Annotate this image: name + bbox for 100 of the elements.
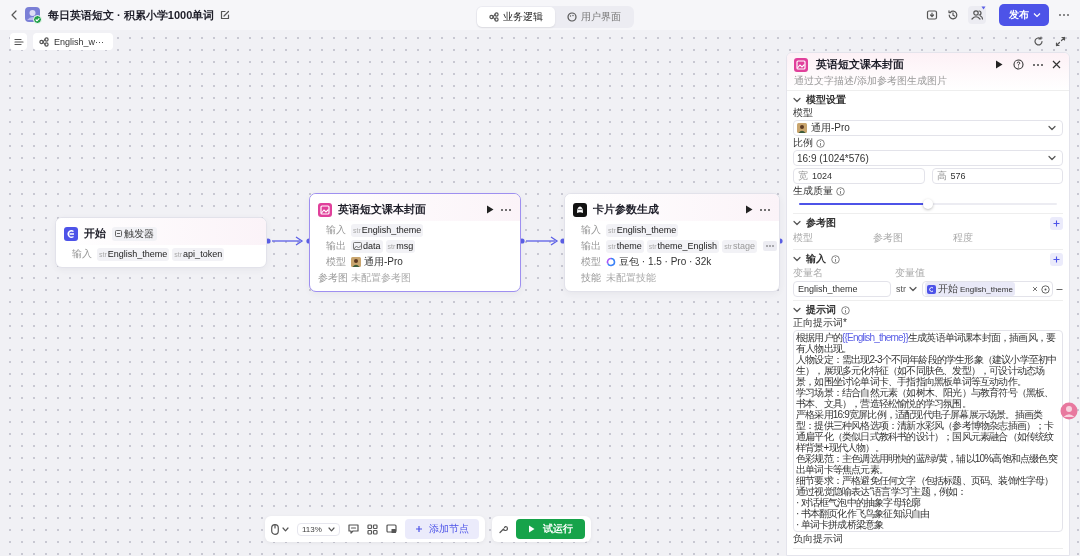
row-label: 模型 (580, 255, 601, 269)
section-title: 模型设置 (806, 93, 846, 107)
image-node-icon (318, 202, 332, 217)
remove-icon[interactable] (1056, 287, 1063, 291)
refresh-icon[interactable] (1033, 36, 1044, 47)
select-value: 16:9 (1024*576) (797, 152, 869, 164)
floating-avatar-icon[interactable] (1060, 402, 1078, 420)
app-avatar-icon (24, 6, 42, 24)
workflow-tab[interactable]: English_w··· (33, 33, 113, 50)
play-icon[interactable] (995, 60, 1003, 69)
column-header: 模型 (793, 231, 814, 245)
publish-button[interactable]: 发布 (999, 4, 1049, 26)
comment-icon[interactable] (347, 524, 359, 534)
type-select[interactable]: str (894, 284, 919, 294)
start-node-icon (64, 226, 78, 241)
clear-icon[interactable] (1032, 286, 1038, 292)
source-variable-label: English_theme (960, 284, 1013, 294)
field-label: 正向提示词* (793, 316, 847, 330)
field-label: 生成质量 (793, 184, 833, 198)
variable-name: English_theme (616, 225, 677, 235)
column-header: 变量值 (895, 266, 926, 280)
layout-icon[interactable] (366, 523, 378, 535)
image-node-icon (794, 57, 808, 72)
chevron-icon[interactable] (793, 97, 801, 103)
model-logo-icon (606, 257, 616, 267)
field-label: 负向提示词 (793, 532, 843, 546)
panel-description: 通过文字描述/添加参考图生成图片 (794, 74, 948, 88)
minimap-icon[interactable] (385, 524, 397, 534)
history-icon[interactable] (947, 9, 959, 21)
prompt-field[interactable]: 根据用户的{{English_theme}}生成英语单词课本封面，插画风，要有人物出现。 人物设定：需出现2-3个不同年龄段的学生形象（建议小学至初中生），展现多元化特征（如不同肤色、发型），可设计动态场景，如围坐讨论单词卡、手指指向黑板单词等互动动作。 学习场景：结合自然元素（如树木、阳光）与教育符号（黑板、书本、文具），营造轻松愉悦的学习氛围。 严格采用16:9宽屏比例，适配现代电子屏幕展示场景。插画类型：提供三种风格选项：清新水彩风（参考博物杂志插画）；卡通扁平化（类似日式教科书的设计）；国风元素融合（如传统纹样背景+现代人物）。 色彩规范：主色调选用明快的蓝/绿/黄，辅以10%高饱和点缀色突出单词卡等焦点元素。 细节要求：严格避免任何文字（包括标题、页码、装饰性字母）通过视觉隐喻表达“语言学习”主题，例如： · 对话框气泡中的抽象字母轮廓 · 书本翻页化作飞鸟象征知识自由 · 单词卡拼成桥梁意象 (793, 330, 1063, 532)
chevron-icon[interactable] (793, 256, 801, 262)
play-icon[interactable] (745, 205, 753, 214)
variable-name: data (363, 241, 381, 251)
mouse-icon (271, 523, 279, 535)
column-header: 参考图 (873, 231, 904, 245)
play-icon[interactable] (486, 205, 494, 214)
chevron-down-icon (1048, 125, 1056, 131)
save-icon[interactable] (926, 9, 938, 21)
field-prefix: 高 (936, 169, 947, 183)
field-value: 576 (950, 171, 966, 181)
start-node-icon (927, 284, 936, 294)
more-icon[interactable] (1058, 13, 1070, 17)
model-name: 豆包 · 1.5 · Pro · 32k (619, 255, 712, 269)
caret-icon (327, 526, 335, 532)
variable-name: English_theme (361, 225, 422, 235)
ratio-select[interactable]: 16:9 (1024*576) (793, 150, 1063, 166)
more-icon[interactable] (500, 207, 512, 212)
node-title: 开始 (84, 226, 106, 241)
connector-arrow (525, 236, 559, 246)
more-icon[interactable] (1032, 62, 1044, 67)
add-node-button[interactable]: 添加节点 (404, 519, 479, 539)
close-icon[interactable] (1052, 60, 1061, 69)
row-label: 输入 (71, 247, 92, 261)
chevron-icon[interactable] (793, 220, 801, 226)
panel-title: 英语短文课本封面 (816, 57, 904, 72)
field-value: 1024 (812, 171, 833, 181)
view-tab[interactable]: 用户界面 (555, 7, 633, 27)
wrench-icon[interactable] (497, 524, 508, 534)
pointer-mode-button[interactable] (271, 523, 289, 535)
variable-name-field[interactable]: English_theme (793, 281, 891, 297)
sidebar-toggle-button[interactable] (10, 33, 27, 50)
fullscreen-icon[interactable] (1055, 36, 1066, 47)
collaborators-icon[interactable] (968, 6, 986, 24)
variable-name: api_token (183, 249, 223, 259)
field-label: 比例 (793, 136, 813, 150)
section-title: 提示词 (806, 303, 836, 317)
variable-name: msg (396, 241, 414, 251)
plus-icon (1053, 219, 1060, 227)
height-field[interactable]: 高 576 (931, 168, 1063, 184)
variable-reference-field[interactable]: 开始 English_theme (922, 281, 1053, 297)
width-field[interactable]: 宽 1024 (793, 168, 925, 184)
more-icon[interactable] (759, 207, 771, 212)
image-icon (353, 242, 362, 250)
app-title: 每日英语短文 · 积累小学1000单词 (48, 7, 215, 23)
slider-thumb[interactable] (923, 199, 933, 209)
model-thumbnail-icon (351, 257, 361, 267)
model-select[interactable]: 通用-Pro (793, 120, 1063, 136)
zoom-select[interactable]: 113% (297, 522, 340, 536)
chevron-icon[interactable] (793, 307, 801, 313)
variable-name: English_theme (107, 249, 168, 259)
flow-icon (489, 12, 499, 22)
add-button[interactable] (1050, 216, 1063, 230)
add-button[interactable] (1050, 252, 1063, 266)
section-title: 输入 (806, 252, 826, 266)
chevron-down-icon (909, 286, 917, 292)
flow-icon (39, 36, 49, 47)
info-icon (816, 138, 825, 148)
variable-name: theme_English (657, 241, 718, 251)
help-icon[interactable] (1013, 59, 1024, 70)
row-label: 技能 (580, 271, 601, 285)
target-icon[interactable] (1041, 284, 1050, 294)
info-icon (831, 254, 840, 264)
llm-node-icon (573, 202, 587, 217)
edit-icon[interactable] (220, 10, 231, 20)
row-label: 输出 (580, 239, 601, 253)
info-icon (841, 305, 850, 315)
row-label: 参考图 (318, 271, 346, 285)
plus-icon (1053, 255, 1060, 263)
view-tab[interactable]: 业务逻辑 (477, 7, 555, 27)
back-icon[interactable] (10, 10, 18, 20)
